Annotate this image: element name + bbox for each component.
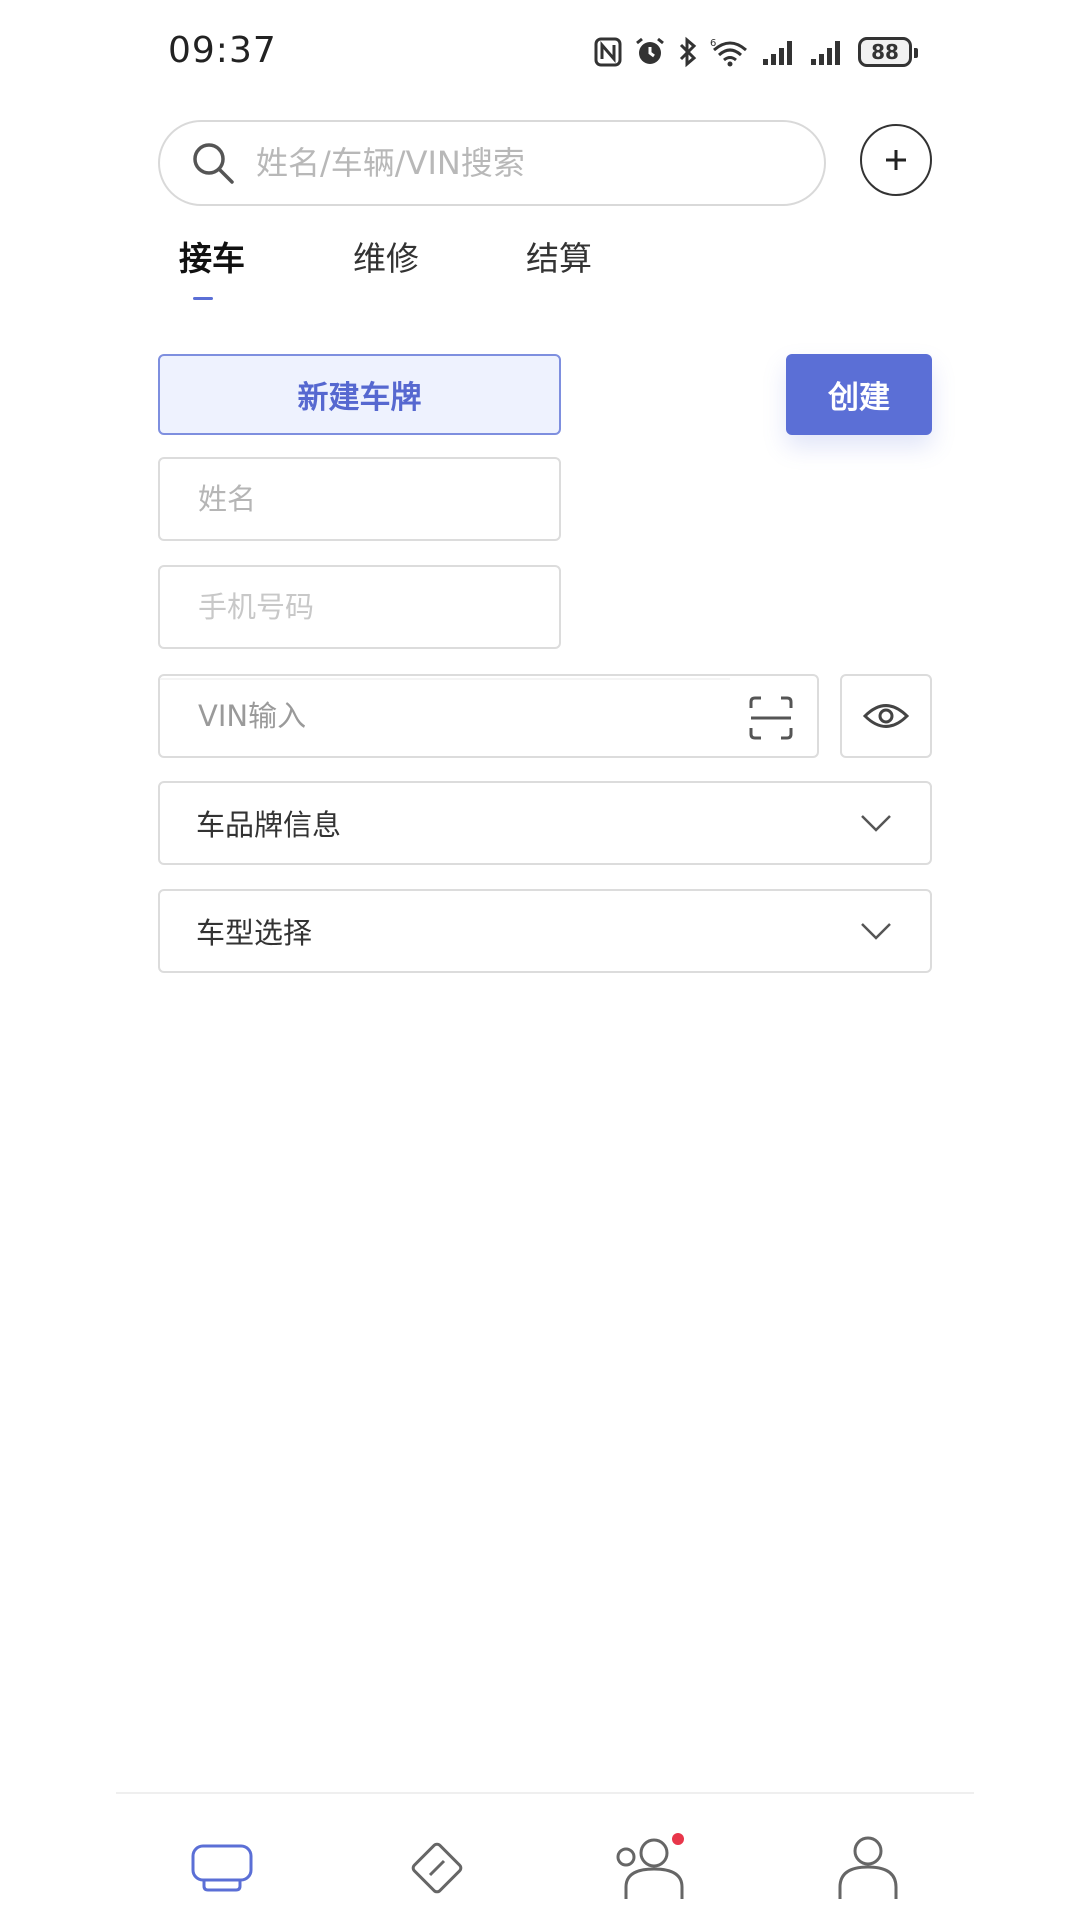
notification-badge: [672, 1833, 684, 1845]
vin-field-divider: [160, 678, 730, 680]
name-field[interactable]: [158, 457, 561, 541]
name-input[interactable]: [196, 481, 559, 517]
brand-select[interactable]: 车品牌信息: [158, 781, 932, 865]
nfc-icon: [594, 37, 622, 67]
plus-icon: [886, 150, 906, 170]
tab-repair[interactable]: 维修: [353, 232, 419, 280]
nav-item-profile[interactable]: [828, 1828, 908, 1908]
chevron-down-icon: [861, 815, 891, 832]
status-time: 09:37: [168, 30, 277, 71]
eye-icon: [863, 704, 909, 728]
battery-indicator: 88: [858, 37, 918, 67]
model-select-label: 车型选择: [196, 916, 313, 950]
nav-item-repair[interactable]: [397, 1828, 477, 1908]
nav-item-customers[interactable]: [612, 1828, 692, 1908]
signal-icon: [811, 41, 840, 65]
new-plate-button[interactable]: 新建车牌: [158, 354, 561, 435]
status-icons: 6 88: [594, 32, 918, 72]
scan-icon[interactable]: [747, 694, 795, 742]
vin-input[interactable]: [196, 698, 817, 734]
create-button[interactable]: 创建: [786, 354, 932, 435]
chevron-down-icon: [861, 923, 891, 940]
alarm-icon: [636, 37, 664, 64]
visibility-toggle-button[interactable]: [840, 674, 932, 758]
search-input[interactable]: [254, 143, 824, 183]
bottom-nav-divider: [116, 1792, 974, 1794]
model-select[interactable]: 车型选择: [158, 889, 932, 973]
nav-item-pickup[interactable]: [182, 1828, 262, 1908]
active-tab-indicator: [193, 297, 213, 300]
car-icon: [191, 1844, 253, 1892]
signal-icon: [763, 41, 792, 65]
add-button[interactable]: [860, 124, 932, 196]
search-icon: [193, 143, 234, 184]
tab-settlement[interactable]: 结算: [526, 232, 592, 280]
tab-pickup[interactable]: 接车: [179, 232, 245, 280]
battery-level: 88: [871, 40, 899, 64]
wifi-icon: 6: [710, 38, 747, 67]
repair-tag-icon: [411, 1842, 463, 1894]
vin-field[interactable]: [158, 674, 819, 758]
phone-input[interactable]: [196, 589, 559, 625]
search-bar[interactable]: [158, 120, 826, 206]
brand-select-label: 车品牌信息: [196, 808, 342, 842]
profile-icon: [838, 1836, 898, 1899]
phone-field[interactable]: [158, 565, 561, 649]
bluetooth-icon: [679, 36, 697, 68]
